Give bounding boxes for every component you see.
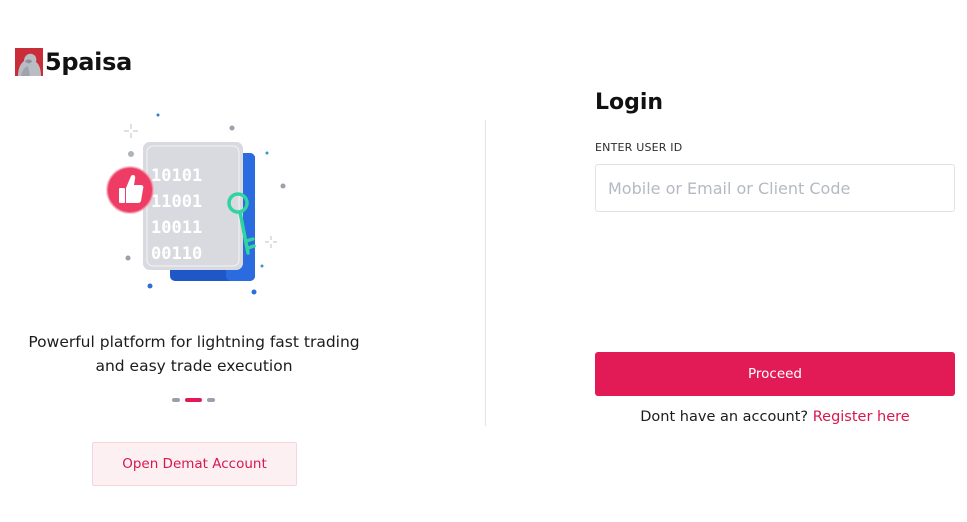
register-link[interactable]: Register here xyxy=(813,409,910,425)
svg-text:10011: 10011 xyxy=(151,218,202,238)
promo-tagline: Powerful platform for lightning fast tra… xyxy=(20,330,368,378)
open-demat-account-button[interactable]: Open Demat Account xyxy=(92,442,297,486)
carousel-dot-active[interactable] xyxy=(185,398,202,402)
brand-logo[interactable]: 5paisa xyxy=(15,48,132,76)
svg-text:11001: 11001 xyxy=(151,192,202,212)
svg-text:00110: 00110 xyxy=(151,244,202,264)
brand-statue-icon xyxy=(15,48,43,76)
panel-divider xyxy=(485,120,486,426)
login-title: Login xyxy=(595,90,664,115)
proceed-button[interactable]: Proceed xyxy=(595,352,955,396)
svg-text:10101: 10101 xyxy=(151,166,202,186)
no-account-text: Dont have an account? xyxy=(640,409,809,425)
tagline-line-2: and easy trade execution xyxy=(95,357,293,375)
user-id-input[interactable] xyxy=(595,164,955,212)
user-id-label: ENTER USER ID xyxy=(595,141,683,154)
carousel-dot[interactable] xyxy=(172,398,180,402)
tagline-line-1: Powerful platform for lightning fast tra… xyxy=(28,333,360,351)
carousel-indicator xyxy=(172,398,215,402)
secure-data-key-icon: 10101 11001 10011 00110 xyxy=(106,113,286,295)
brand-name: 5paisa xyxy=(45,48,132,76)
register-prompt: Dont have an account? Register here xyxy=(595,409,955,425)
carousel-dot[interactable] xyxy=(207,398,215,402)
